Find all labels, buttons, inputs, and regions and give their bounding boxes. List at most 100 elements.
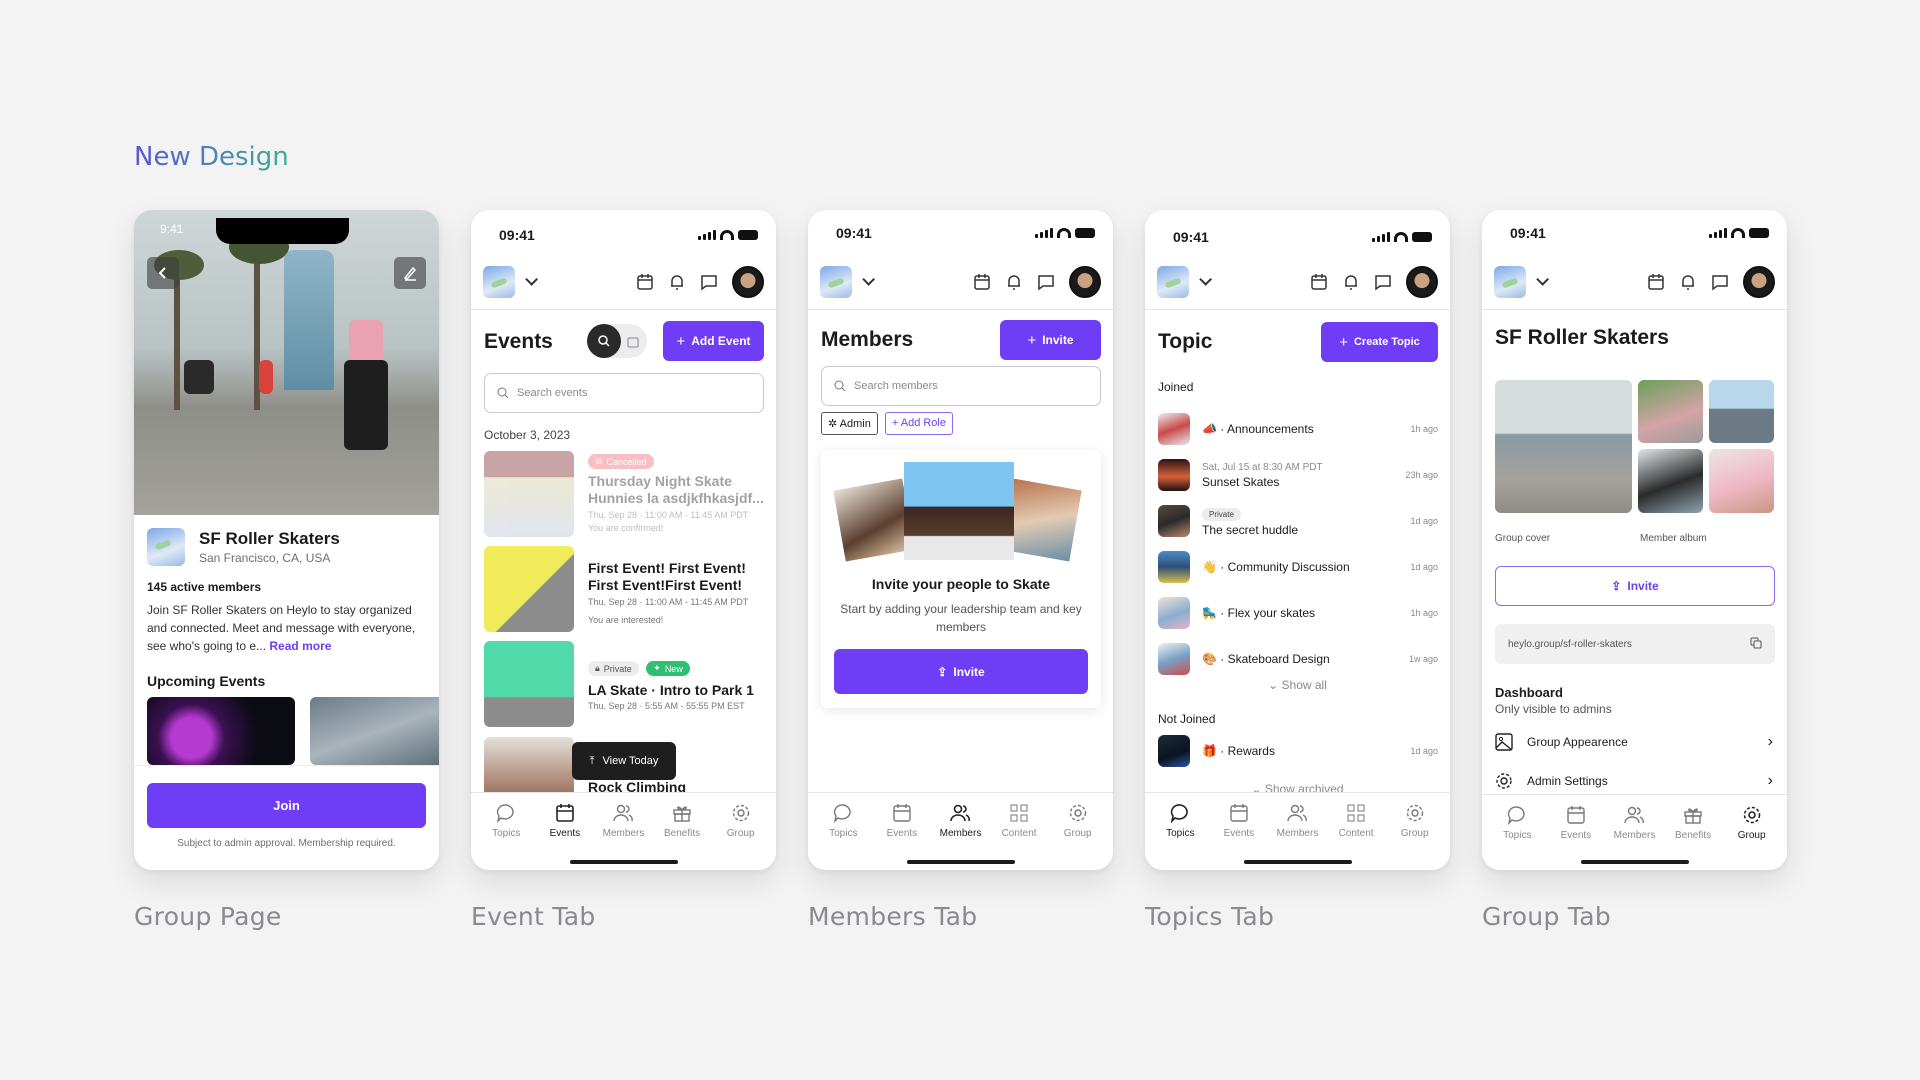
page-title: SF Roller Skaters: [1495, 326, 1669, 349]
tab-benefits[interactable]: Benefits: [654, 803, 710, 839]
top-bar: [471, 254, 776, 310]
album-photo[interactable]: [1638, 449, 1703, 513]
tab-events[interactable]: Events: [1548, 805, 1604, 841]
tab-content[interactable]: Content: [991, 803, 1047, 839]
notch: [216, 218, 349, 244]
user-avatar[interactable]: [1743, 265, 1775, 298]
calendar-icon[interactable]: [973, 273, 991, 291]
group-switcher-logo[interactable]: [483, 265, 515, 298]
calendar-icon[interactable]: [1647, 273, 1665, 291]
invite-button[interactable]: ⇪ Invite: [1495, 566, 1775, 606]
album-photo[interactable]: [1709, 380, 1774, 443]
read-more-link[interactable]: Read more: [269, 639, 331, 653]
bell-icon[interactable]: [668, 273, 686, 291]
chevron-down-icon[interactable]: [1536, 273, 1549, 286]
group-link: heylo.group/sf-roller-skaters: [1508, 638, 1632, 650]
upcoming-event-card[interactable]: [147, 697, 295, 765]
album-photo[interactable]: [1638, 380, 1703, 443]
topic-row[interactable]: Private The secret huddle 1d ago: [1158, 498, 1438, 544]
calendar-icon[interactable]: [1310, 273, 1328, 291]
tab-benefits[interactable]: Benefits: [1665, 805, 1721, 841]
tab-group[interactable]: Group: [713, 803, 769, 839]
group-description: Join SF Roller Skaters on Heylo to stay …: [147, 603, 416, 653]
group-cover-image[interactable]: [1495, 380, 1632, 513]
tab-group[interactable]: Group: [1724, 805, 1780, 841]
group-switcher-logo[interactable]: [1494, 265, 1526, 298]
chat-icon[interactable]: [700, 273, 718, 291]
search-members-input[interactable]: Search members: [821, 366, 1101, 406]
tab-members[interactable]: Members: [595, 803, 651, 839]
show-all-button[interactable]: ⌄ Show all: [1145, 678, 1450, 692]
search-events-input[interactable]: Search events: [484, 373, 764, 413]
back-button[interactable]: [147, 257, 179, 289]
chat-icon[interactable]: [1711, 273, 1729, 291]
tab-members[interactable]: Members: [1269, 803, 1325, 839]
user-avatar[interactable]: [1406, 265, 1438, 298]
topic-row[interactable]: 🎨 · Skateboard Design 1w ago: [1158, 636, 1438, 682]
upcoming-event-card[interactable]: [310, 697, 439, 765]
chevron-down-icon[interactable]: [1199, 273, 1212, 286]
tab-content[interactable]: Content: [1328, 803, 1384, 839]
topic-row[interactable]: 📣 · Announcements 1h ago: [1158, 406, 1438, 452]
chat-icon[interactable]: [1374, 273, 1392, 291]
topic-row[interactable]: Sat, Jul 15 at 8:30 AM PDT Sunset Skates 2…: [1158, 452, 1438, 498]
event-row[interactable]: ⊘ Cancelled Thursday Night Skate Hunnies…: [484, 451, 766, 537]
group-switcher-logo[interactable]: [1157, 265, 1189, 298]
tab-topics[interactable]: Topics: [1152, 803, 1208, 839]
bell-icon[interactable]: [1342, 273, 1360, 291]
phone-members-tab: 09:41 Members + Invite Search members ✲ A…: [808, 210, 1113, 870]
chat-bubble-icon: [1171, 804, 1189, 823]
tab-events[interactable]: Events: [874, 803, 930, 839]
join-button[interactable]: Join: [147, 783, 426, 828]
tab-group[interactable]: Group: [1050, 803, 1106, 839]
bell-icon[interactable]: [1679, 273, 1697, 291]
chat-icon[interactable]: [1037, 273, 1055, 291]
chevron-down-icon[interactable]: [525, 273, 538, 286]
topic-time: 23h ago: [1405, 470, 1438, 480]
page-title: Events: [484, 330, 553, 353]
topic-row[interactable]: 🛼 · Flex your skates 1h ago: [1158, 590, 1438, 636]
group-cover-label: Group cover: [1495, 533, 1551, 544]
user-avatar[interactable]: [1069, 265, 1101, 298]
chip-admin[interactable]: ✲ Admin: [821, 412, 878, 435]
topic-thumbnail: [1158, 551, 1190, 583]
event-row[interactable]: First Event! First Event! First Event!Fi…: [484, 546, 766, 632]
tab-topics[interactable]: Topics: [1489, 805, 1545, 841]
tab-topics[interactable]: Topics: [478, 803, 534, 839]
menu-item-group-appearance[interactable]: Group Appearence ›: [1495, 730, 1773, 754]
add-role-chip[interactable]: + Add Role: [884, 412, 953, 435]
tab-group[interactable]: Group: [1387, 803, 1443, 839]
tab-events[interactable]: Events: [537, 803, 593, 839]
view-today-button[interactable]: ⤒ View Today: [572, 742, 676, 780]
invite-button[interactable]: + Invite: [1000, 320, 1101, 360]
group-link-field[interactable]: heylo.group/sf-roller-skaters: [1495, 624, 1775, 664]
calendar-icon: [1230, 804, 1248, 822]
gift-icon: [673, 806, 691, 822]
tab-members[interactable]: Members: [932, 803, 988, 839]
bell-icon[interactable]: [1005, 273, 1023, 291]
menu-item-admin-settings[interactable]: Admin Settings ›: [1495, 769, 1773, 793]
view-toggle[interactable]: [587, 324, 647, 358]
calendar-icon[interactable]: [636, 273, 654, 291]
topic-row[interactable]: 👋 · Community Discussion 1d ago: [1158, 544, 1438, 590]
top-bar: [1482, 254, 1787, 310]
search-icon[interactable]: [587, 324, 621, 358]
chevron-down-icon[interactable]: [862, 273, 875, 286]
user-avatar[interactable]: [732, 265, 764, 298]
edit-button[interactable]: [394, 257, 426, 289]
topic-row[interactable]: 🎁 · Rewards 1d ago: [1158, 734, 1438, 768]
tab-events[interactable]: Events: [1211, 803, 1267, 839]
chat-bubble-icon: [1508, 806, 1525, 825]
invite-card-button[interactable]: ⇪ Invite: [834, 649, 1088, 694]
event-title: Thursday Night Skate Hunnies la asdjkfhk…: [588, 473, 764, 506]
group-switcher-logo[interactable]: [820, 265, 852, 298]
role-filter-chips: ✲ Admin + Add Role: [821, 412, 953, 435]
calendar-icon[interactable]: [627, 335, 639, 353]
tab-topics[interactable]: Topics: [815, 803, 871, 839]
event-row[interactable]: 🔒︎ Private ✦ New LA Skate · Intro to Par…: [484, 641, 766, 727]
tab-members[interactable]: Members: [1606, 805, 1662, 841]
create-topic-button[interactable]: + Create Topic: [1321, 322, 1438, 362]
add-event-button[interactable]: + Add Event: [663, 321, 764, 361]
copy-icon[interactable]: [1750, 637, 1762, 652]
album-photo[interactable]: [1709, 449, 1774, 513]
